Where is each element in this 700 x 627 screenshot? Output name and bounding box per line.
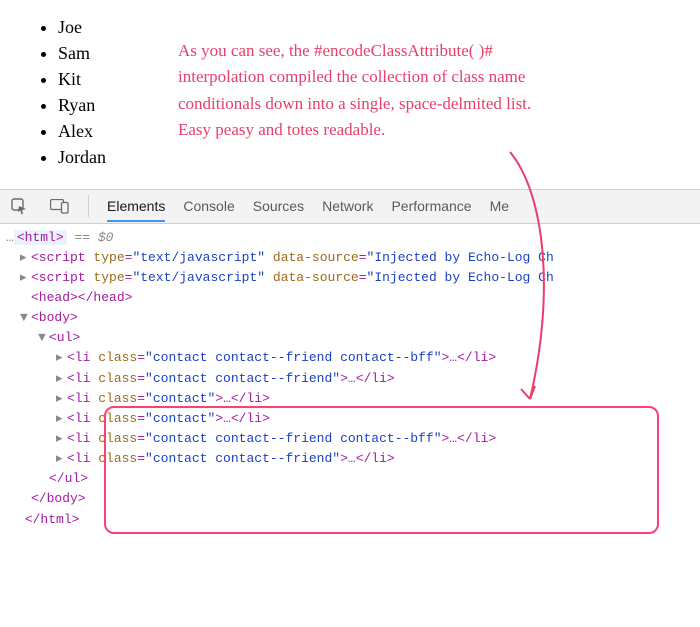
devtools-tabs: Elements Console Sources Network Perform…: [0, 190, 700, 224]
dom-li-row[interactable]: ▸<li class="contact">…</li>: [6, 389, 700, 409]
dom-li-row[interactable]: ▸<li class="contact contact--friend">…</…: [6, 449, 700, 469]
dom-li-row[interactable]: ▸<li class="contact contact--friend">…</…: [6, 369, 700, 389]
tab-console[interactable]: Console: [183, 190, 234, 222]
tab-elements[interactable]: Elements: [107, 190, 165, 222]
list-item: Joe: [58, 14, 700, 40]
tab-network[interactable]: Network: [322, 190, 373, 222]
device-icon[interactable]: [48, 195, 70, 217]
dom-li-row[interactable]: ▸<li class="contact contact--friend cont…: [6, 348, 700, 368]
dom-li-row[interactable]: ▸<li class="contact">…</li>: [6, 409, 700, 429]
disclosure-triangle-icon[interactable]: ▼: [38, 328, 49, 348]
inspect-icon[interactable]: [8, 195, 30, 217]
disclosure-triangle-icon[interactable]: ▸: [20, 248, 31, 268]
tab-more[interactable]: Me: [490, 190, 509, 222]
list-item: Jordan: [58, 144, 700, 170]
disclosure-triangle-icon[interactable]: ▸: [20, 268, 31, 288]
tab-performance[interactable]: Performance: [391, 190, 471, 222]
divider: [88, 195, 89, 217]
dom-li-row[interactable]: ▸<li class="contact contact--friend cont…: [6, 429, 700, 449]
devtools-panel: Elements Console Sources Network Perform…: [0, 189, 700, 540]
tab-sources[interactable]: Sources: [253, 190, 304, 222]
handwritten-annotation: As you can see, the #encodeClassAttribut…: [178, 38, 618, 143]
disclosure-triangle-icon[interactable]: ▼: [20, 308, 31, 328]
dom-tree[interactable]: …<html> == $0 ▸<script type="text/javasc…: [0, 224, 700, 540]
